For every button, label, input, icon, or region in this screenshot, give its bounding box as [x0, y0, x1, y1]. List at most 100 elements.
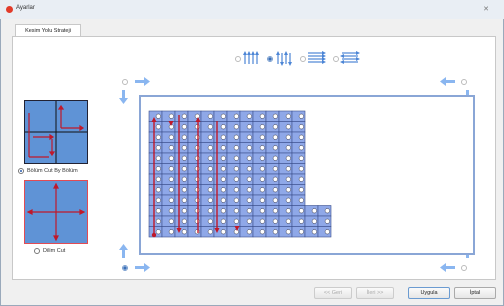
cell-marker	[246, 208, 252, 214]
cell-marker	[155, 187, 161, 193]
cell-marker	[298, 229, 304, 235]
dilim-radio[interactable]	[34, 248, 40, 254]
cell-marker	[155, 166, 161, 172]
cell-marker	[324, 229, 330, 235]
path-type-radio-2[interactable]	[267, 56, 273, 62]
bolum-radio[interactable]	[18, 168, 24, 174]
cell-marker	[233, 166, 239, 172]
cell-marker	[220, 187, 226, 193]
cell-marker	[207, 176, 213, 182]
arrow-right-icon	[135, 77, 150, 86]
cell-marker	[298, 134, 304, 140]
cell-marker	[246, 197, 252, 203]
cell-marker	[298, 166, 304, 172]
cell-marker	[220, 113, 226, 119]
cell-marker	[259, 187, 265, 193]
cell-marker	[233, 155, 239, 161]
cell-marker	[246, 229, 252, 235]
cell-marker	[272, 166, 278, 172]
cell-marker	[207, 155, 213, 161]
cell-marker	[168, 187, 174, 193]
tab-kesim-yolu[interactable]: Kesim Yolu Strateji	[15, 24, 81, 36]
next-button[interactable]: İleri >>	[356, 287, 394, 299]
cell-marker	[207, 208, 213, 214]
cell-marker	[272, 187, 278, 193]
cell-marker	[220, 176, 226, 182]
cell-marker	[246, 134, 252, 140]
close-button[interactable]: ✕	[474, 2, 498, 16]
path-type-radio-3[interactable]	[300, 56, 306, 62]
cell-marker	[298, 113, 304, 119]
cell-marker	[168, 176, 174, 182]
cell-marker	[298, 155, 304, 161]
corner-bottom-left-radio[interactable]	[122, 265, 128, 271]
cell-marker	[220, 124, 226, 130]
cut-path-preview	[139, 95, 475, 255]
cell-marker	[259, 124, 265, 130]
cell-marker	[181, 187, 187, 193]
cell-marker	[155, 229, 161, 235]
window-title: Ayarlar	[16, 5, 35, 11]
cell-marker	[259, 229, 265, 235]
cell-marker	[259, 113, 265, 119]
vertical-snake-icon[interactable]	[275, 50, 293, 66]
cell-marker	[272, 124, 278, 130]
cell-marker	[285, 134, 291, 140]
cancel-button[interactable]: İptal	[454, 287, 496, 299]
cell-marker	[298, 218, 304, 224]
cell-marker	[272, 145, 278, 151]
back-button[interactable]: << Geri	[314, 287, 352, 299]
path-type-radio-1[interactable]	[235, 56, 241, 62]
cell-marker	[168, 197, 174, 203]
cell-marker	[285, 218, 291, 224]
cell-marker	[220, 208, 226, 214]
cell-marker	[272, 218, 278, 224]
cell-marker	[168, 166, 174, 172]
cell-marker	[207, 113, 213, 119]
cut-path-start	[151, 232, 157, 238]
cell-marker	[259, 176, 265, 182]
horizontal-zigzag-icon[interactable]	[307, 51, 327, 65]
cell-marker	[181, 208, 187, 214]
cell-marker	[246, 124, 252, 130]
cell-marker	[207, 218, 213, 224]
bolum-pattern-preview[interactable]	[24, 100, 88, 164]
arrow-up-icon	[119, 244, 128, 258]
bolum-option[interactable]: Bölüm Cut By Bölüm	[18, 168, 78, 174]
cell-marker	[298, 208, 304, 214]
cell-marker	[207, 134, 213, 140]
horizontal-snake-icon[interactable]	[340, 51, 360, 65]
cell-marker	[181, 166, 187, 172]
cell-marker	[233, 197, 239, 203]
cell-marker	[155, 134, 161, 140]
corner-bottom-right-radio[interactable]	[461, 265, 467, 271]
vertical-zigzag-icon[interactable]	[242, 50, 260, 66]
apply-button[interactable]: Uygula	[408, 287, 450, 299]
cell-marker	[220, 197, 226, 203]
cell-marker	[155, 176, 161, 182]
dilim-label: Dilim Cut	[43, 248, 66, 254]
cell-marker	[246, 145, 252, 151]
cell-marker	[155, 113, 161, 119]
cell-marker	[220, 134, 226, 140]
path-type-radio-4[interactable]	[333, 56, 339, 62]
corner-top-left-radio[interactable]	[122, 79, 128, 85]
cell-marker	[298, 176, 304, 182]
cell-marker	[298, 145, 304, 151]
cell-marker	[168, 134, 174, 140]
dilim-option[interactable]: Dilim Cut	[34, 248, 65, 254]
cell-marker	[285, 113, 291, 119]
cell-marker	[220, 166, 226, 172]
cell-marker	[272, 197, 278, 203]
cell-marker	[298, 187, 304, 193]
cell-marker	[285, 197, 291, 203]
corner-top-right-radio[interactable]	[461, 79, 467, 85]
cell-marker	[207, 229, 213, 235]
cell-marker	[155, 155, 161, 161]
cell-marker	[155, 145, 161, 151]
cell-marker	[246, 155, 252, 161]
cell-marker	[285, 208, 291, 214]
cell-marker	[233, 145, 239, 151]
dilim-pattern-preview[interactable]	[24, 180, 88, 244]
cell-marker	[285, 229, 291, 235]
